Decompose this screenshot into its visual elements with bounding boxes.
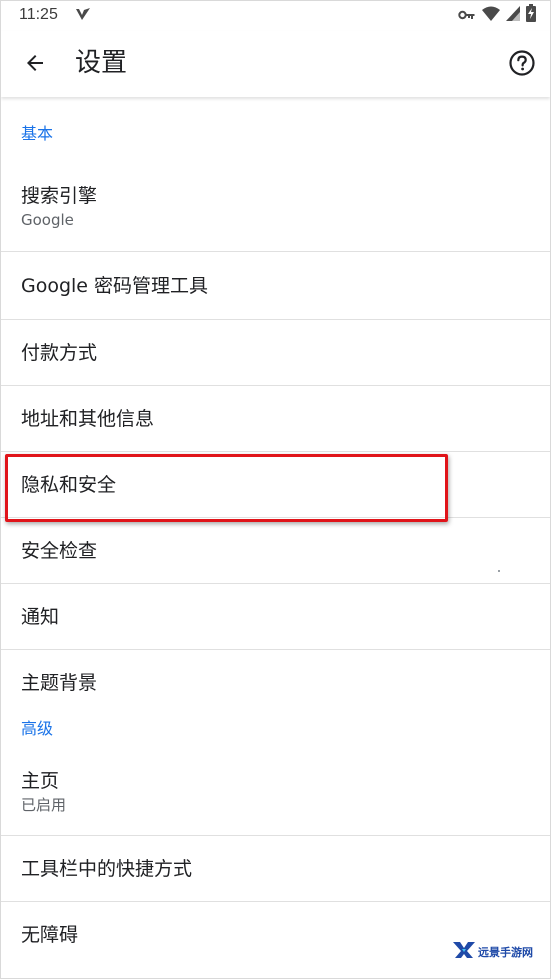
app-bar: 设置 (1, 31, 550, 97)
list-item-toolbar-shortcut[interactable]: 工具栏中的快捷方式 (1, 836, 550, 902)
item-title: 安全检查 (21, 539, 98, 562)
list-item-homepage[interactable]: 主页 已启用 (1, 749, 550, 836)
list-item-addresses[interactable]: 地址和其他信息 (1, 386, 550, 452)
status-icons (458, 4, 536, 26)
settings-screen: 11:25 设置 基本 搜索引擎 Google Google 密码管理工具 付款… (0, 0, 551, 979)
item-subtitle: 已启用 (21, 796, 67, 814)
watermark: 远景手游网 (453, 941, 533, 963)
list-item-safety-check[interactable]: 安全检查 (1, 518, 550, 584)
vpn-key-icon (458, 6, 476, 25)
list-item-privacy-security[interactable]: 隐私和安全 (1, 452, 550, 518)
item-title: Google 密码管理工具 (21, 274, 209, 297)
back-button[interactable] (15, 45, 55, 85)
item-title: 地址和其他信息 (21, 407, 155, 430)
item-subtitle: Google (21, 211, 74, 229)
page-title: 设置 (75, 48, 128, 78)
arrow-back-icon (23, 51, 47, 79)
item-title: 主题背景 (21, 671, 98, 694)
item-title: 隐私和安全 (21, 473, 117, 496)
item-title: 付款方式 (21, 341, 98, 364)
help-button[interactable] (502, 45, 542, 85)
list-item-search-engine[interactable]: 搜索引擎 Google (1, 163, 550, 252)
battery-charging-icon (526, 4, 536, 26)
signal-icon (506, 5, 520, 25)
settings-list: 基本 搜索引擎 Google Google 密码管理工具 付款方式 地址和其他信… (1, 97, 550, 967)
notification-v-icon (75, 6, 91, 22)
wifi-icon (482, 6, 500, 25)
help-circle-icon (508, 49, 536, 81)
list-item-notifications[interactable]: 通知 (1, 584, 550, 650)
watermark-text: 远景手游网 (478, 946, 533, 959)
status-time: 11:25 (19, 6, 58, 23)
list-item-theme[interactable]: 主题背景 (1, 650, 550, 715)
watermark-logo-icon (453, 941, 475, 963)
item-title: 工具栏中的快捷方式 (21, 857, 193, 880)
section-header-advanced: 高级 (21, 719, 54, 738)
status-bar: 11:25 (1, 1, 550, 31)
item-title: 主页 (21, 770, 60, 792)
list-item-password-manager[interactable]: Google 密码管理工具 (1, 252, 550, 320)
item-title: 通知 (21, 605, 60, 628)
item-title: 搜索引擎 (21, 185, 98, 207)
list-item-payment-methods[interactable]: 付款方式 (1, 320, 550, 386)
section-header-basic: 基本 (21, 124, 54, 143)
speck (498, 570, 500, 572)
